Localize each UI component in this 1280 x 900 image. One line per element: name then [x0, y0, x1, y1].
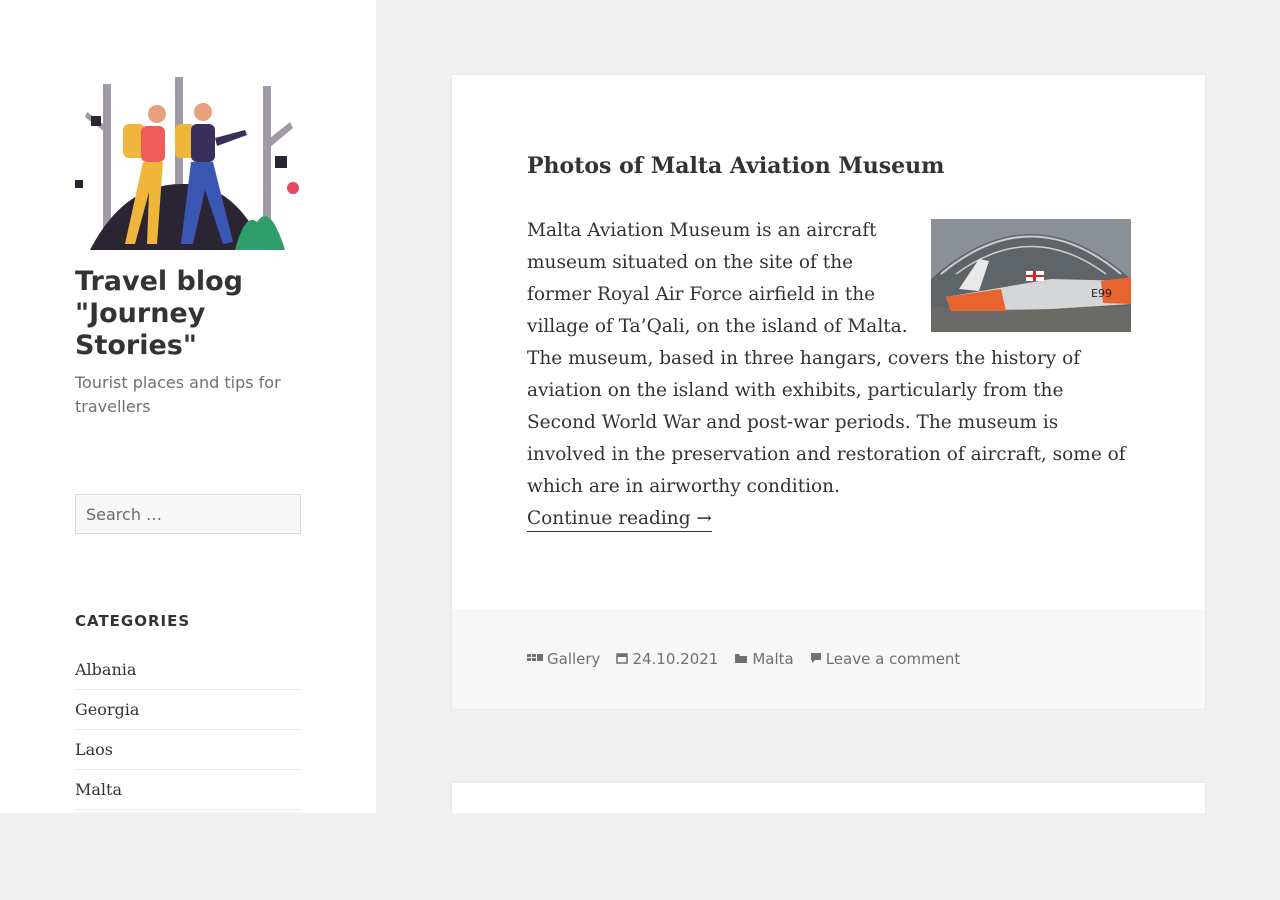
post-meta: Gallery 24.10.2021 Malta Leave a comment	[527, 650, 960, 668]
comment-icon	[810, 652, 822, 667]
gallery-icon	[527, 652, 543, 666]
aircraft-marking: E99	[1091, 287, 1112, 300]
post-format-link[interactable]: Gallery	[547, 650, 600, 668]
search-input[interactable]	[75, 494, 301, 534]
list-item: Georgia	[75, 690, 301, 730]
categories-heading: CATEGORIES	[75, 612, 191, 630]
continue-reading-link[interactable]: Continue reading →	[527, 507, 712, 532]
post-card: Photos of Malta Aviation Museum E99 Malt…	[452, 75, 1205, 709]
site-tagline: Tourist places and tips for travellers	[75, 373, 281, 416]
list-item: Laos	[75, 730, 301, 770]
category-link-laos[interactable]: Laos	[75, 740, 113, 759]
post-meta-footer: Gallery 24.10.2021 Malta Leave a comment	[452, 609, 1205, 709]
leave-comment-link[interactable]: Leave a comment	[826, 650, 961, 668]
site-logo[interactable]	[75, 72, 301, 254]
folder-icon	[734, 652, 748, 667]
post-thumbnail[interactable]: E99	[931, 219, 1131, 332]
post-format: Gallery	[527, 650, 600, 668]
post-comments: Leave a comment	[810, 650, 961, 668]
post-title[interactable]: Photos of Malta Aviation Museum	[527, 153, 944, 179]
post-content: E99 Malta Aviation Museum is an aircraft…	[527, 215, 1131, 535]
categories-list: Albania Georgia Laos Malta	[75, 650, 301, 810]
category-link-malta[interactable]: Malta	[75, 780, 122, 799]
page-bottom	[0, 813, 1280, 900]
category-link-albania[interactable]: Albania	[75, 660, 136, 679]
post-category-link[interactable]: Malta	[752, 650, 793, 668]
post-category: Malta	[734, 650, 794, 668]
category-link-georgia[interactable]: Georgia	[75, 700, 139, 719]
sidebar: Travel blog "Journey Stories" Tourist pl…	[0, 0, 376, 813]
post-date: 24.10.2021	[616, 650, 718, 668]
calendar-icon	[616, 652, 629, 667]
site-title[interactable]: Travel blog "Journey Stories"	[75, 266, 305, 362]
list-item: Malta	[75, 770, 301, 810]
next-post-card	[452, 783, 1205, 813]
post-date-link[interactable]: 24.10.2021	[632, 650, 718, 668]
list-item: Albania	[75, 650, 301, 690]
